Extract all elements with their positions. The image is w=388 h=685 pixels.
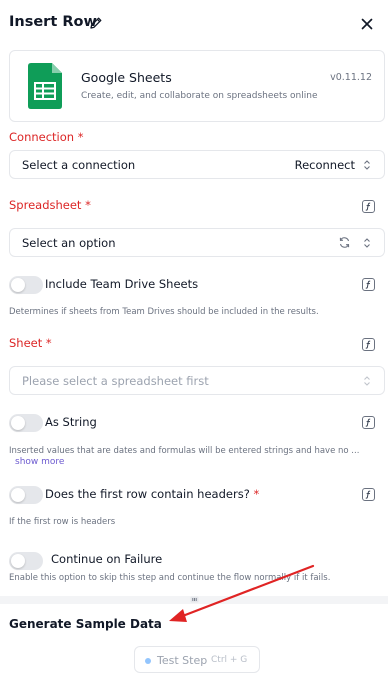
dynamic-value-icon[interactable] xyxy=(362,488,375,501)
as-string-toggle[interactable] xyxy=(9,414,43,432)
as-string-help: Inserted values that are dates and formu… xyxy=(9,446,360,456)
required-mark: * xyxy=(253,487,260,501)
first-row-headers-label-text: Does the first row contain headers? xyxy=(45,487,250,501)
spreadsheet-select[interactable]: Select an option xyxy=(9,228,385,257)
chevron-up-down-icon xyxy=(364,160,370,170)
google-sheets-logo-icon xyxy=(28,63,62,109)
toggle-knob xyxy=(11,278,25,292)
sheet-select[interactable]: Please select a spreadsheet first xyxy=(9,366,385,395)
as-string-label: As String xyxy=(45,415,97,429)
chevron-up-down-icon xyxy=(364,376,370,386)
toggle-knob xyxy=(11,554,25,568)
required-mark: * xyxy=(85,198,91,212)
connection-label: Connection * xyxy=(9,130,83,144)
pencil-icon[interactable] xyxy=(89,16,103,30)
piece-card: Google Sheets Create, edit, and collabor… xyxy=(9,50,385,122)
continue-on-failure-label: Continue on Failure xyxy=(51,552,163,566)
dynamic-value-icon[interactable] xyxy=(362,200,375,213)
test-step-button[interactable]: Test Step Ctrl + G xyxy=(134,646,260,673)
toggle-knob xyxy=(11,488,25,502)
chevron-up-down-icon xyxy=(364,238,370,248)
spreadsheet-label: Spreadsheet * xyxy=(9,198,91,212)
keyboard-shortcut: Ctrl + G xyxy=(211,655,248,665)
connection-select[interactable]: Select a connection Reconnect xyxy=(9,150,385,179)
first-row-headers-help: If the first row is headers xyxy=(9,517,116,527)
show-more-link[interactable]: show more xyxy=(15,457,64,467)
team-drive-help: Determines if sheets from Team Drives sh… xyxy=(9,307,319,317)
generate-sample-data-title: Generate Sample Data xyxy=(9,617,162,631)
continue-on-failure-help: Enable this option to skip this step and… xyxy=(9,573,331,583)
dynamic-value-icon[interactable] xyxy=(362,416,375,429)
sheet-label: Sheet * xyxy=(9,336,52,350)
first-row-headers-label: Does the first row contain headers? * xyxy=(45,487,259,501)
spreadsheet-label-text: Spreadsheet xyxy=(9,198,82,212)
first-row-headers-toggle[interactable] xyxy=(9,486,43,504)
reconnect-button[interactable]: Reconnect xyxy=(295,158,355,172)
connection-placeholder: Select a connection xyxy=(22,158,136,172)
sheet-label-text: Sheet xyxy=(9,336,43,350)
refresh-icon[interactable] xyxy=(338,236,351,249)
panel-header: Insert Row xyxy=(0,0,388,48)
connection-label-text: Connection xyxy=(9,130,75,144)
sheet-placeholder: Please select a spreadsheet first xyxy=(22,374,209,388)
required-mark: * xyxy=(77,130,84,144)
continue-on-failure-toggle[interactable] xyxy=(9,552,43,570)
close-icon[interactable] xyxy=(359,16,375,32)
dynamic-value-icon[interactable] xyxy=(362,338,375,351)
test-step-label: Test Step xyxy=(157,654,208,667)
team-drive-toggle[interactable] xyxy=(9,276,43,294)
panel-title: Insert Row xyxy=(9,14,97,30)
drag-handle-icon[interactable] xyxy=(190,596,199,603)
dynamic-value-icon[interactable] xyxy=(362,278,375,291)
toggle-knob xyxy=(11,416,25,430)
piece-description: Create, edit, and collaborate on spreads… xyxy=(81,91,318,101)
piece-name: Google Sheets xyxy=(81,70,172,85)
required-mark: * xyxy=(45,336,52,350)
team-drive-label: Include Team Drive Sheets xyxy=(45,277,199,291)
piece-version: v0.11.12 xyxy=(330,72,372,83)
spreadsheet-value: Select an option xyxy=(22,236,116,250)
status-dot xyxy=(145,658,151,664)
